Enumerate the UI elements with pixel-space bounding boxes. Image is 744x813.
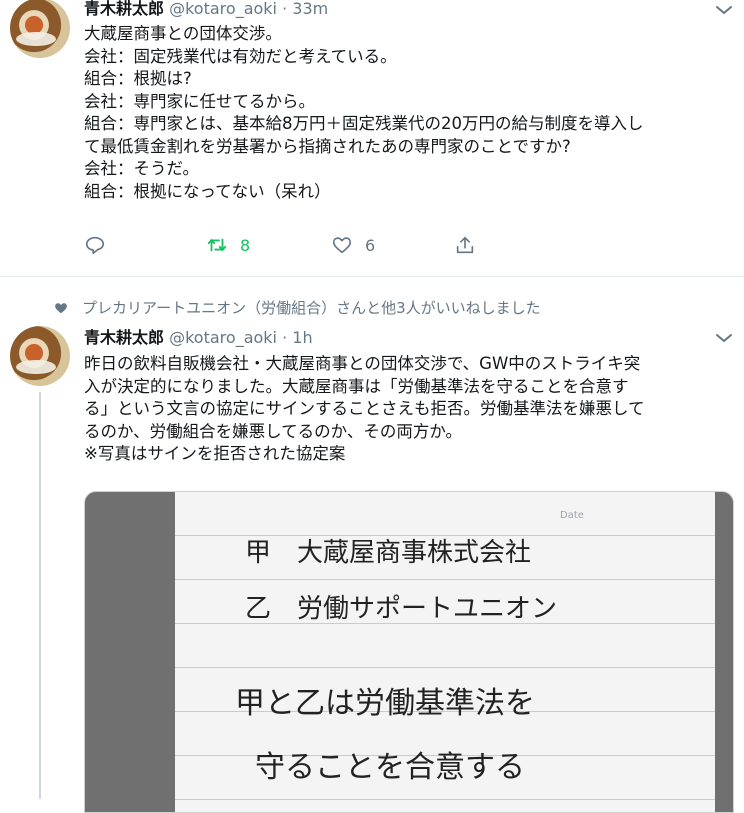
like-button[interactable]: 6 (331, 230, 375, 260)
thread-line (39, 392, 41, 799)
author-name[interactable]: 青木耕太郎 (84, 328, 164, 347)
retweet-icon (207, 238, 227, 252)
paper-date-label: Date (560, 510, 584, 521)
tweet-text-line: て最低賃金割れを労基署から指摘されたあの専門家のことですか? (84, 136, 571, 156)
separator-dot: · (282, 0, 288, 18)
tweet-text-line: ※写真はサインを拒否された協定案 (84, 444, 346, 463)
tweet-text-line: 組合：専門家とは、基本給8万円＋固定残業代の20万円の給与制度を導入し (84, 114, 644, 133)
chevron-down-icon[interactable] (712, 326, 736, 350)
share-icon (456, 236, 474, 254)
social-context[interactable]: プレカリアートユニオン（労働組合）さんと他3人がいいねしました (54, 298, 541, 318)
avatar[interactable] (10, 0, 70, 58)
tweet-text: 昨日の飲料自販機会社・大蔵屋商事との団体交渉で、GW中のストライキ突 入が決定的… (84, 353, 645, 466)
timestamp[interactable]: 1h (292, 328, 312, 347)
author-name[interactable]: 青木耕太郎 (84, 0, 164, 18)
tweet-text-line: 大蔵屋商事との団体交渉。 (84, 24, 282, 43)
handwritten-line: 乙 労働サポートユニオン (245, 594, 558, 624)
tweet-text-line: 組合：根拠になってない（呆れ） (84, 181, 331, 201)
heart-icon (332, 237, 352, 254)
like-count: 6 (365, 235, 376, 255)
author-handle[interactable]: @kotaro_aoki (169, 0, 277, 18)
tweet-header: 青木耕太郎 @kotaro_aoki · 33m (84, 0, 328, 19)
tweet-text: 大蔵屋商事との団体交渉。 会社：固定残業代は有効だと考えている。 組合：根拠は?… (84, 23, 644, 203)
avatar[interactable] (10, 326, 70, 386)
tweet-text-line: 組合：根拠は? (84, 69, 192, 88)
notebook-paper: Date 甲 大蔵屋商事株式会社 乙 労働サポートユニオン 甲と乙は労働基準法を… (175, 492, 715, 812)
retweet-button[interactable]: 8 (206, 230, 250, 260)
timestamp[interactable]: 33m (292, 0, 328, 18)
tweet-actions: 8 6 (84, 230, 504, 260)
handwritten-line: 守ることを合意する (255, 750, 525, 785)
tweet-divider (0, 276, 744, 277)
tweet-text-line: 昨日の飲料自販機会社・大蔵屋商事との団体交渉で、GW中のストライキ突 (84, 354, 641, 373)
handwritten-line: 甲と乙は労働基準法を (235, 686, 535, 721)
chevron-down-icon[interactable] (712, 0, 736, 22)
tweet-text-line: 会社：そうだ。 (84, 159, 200, 178)
heart-filled-icon (55, 303, 67, 314)
author-handle[interactable]: @kotaro_aoki (169, 328, 277, 347)
retweet-count: 8 (240, 235, 251, 255)
share-button[interactable] (454, 230, 476, 260)
reply-icon (85, 236, 105, 255)
tweet-header: 青木耕太郎 @kotaro_aoki · 1h (84, 328, 313, 348)
social-context-text: プレカリアートユニオン（労働組合）さんと他3人がいいねしました (82, 299, 541, 317)
tweet-photo[interactable]: Date 甲 大蔵屋商事株式会社 乙 労働サポートユニオン 甲と乙は労働基準法を… (84, 491, 734, 813)
tweet-text-line: 会社：固定残業代は有効だと考えている。 (84, 46, 397, 66)
separator-dot: · (282, 328, 288, 347)
tweet-text-line: 会社：専門家に任せてるから。 (84, 91, 315, 111)
tweet-text-line: 入が決定的になりました。大蔵屋商事は「労働基準法を守ることを合意す (84, 376, 629, 396)
handwritten-line: 甲 大蔵屋商事株式会社 (245, 538, 532, 568)
tweet-text-line: る」という文言の協定にサインすることさえも拒否。労働基準法を嫌悪して (84, 399, 645, 418)
tweet-text-line: るのか、労働組合を嫌悪してるのか、その両方か。 (84, 421, 463, 441)
reply-button[interactable] (84, 230, 106, 260)
